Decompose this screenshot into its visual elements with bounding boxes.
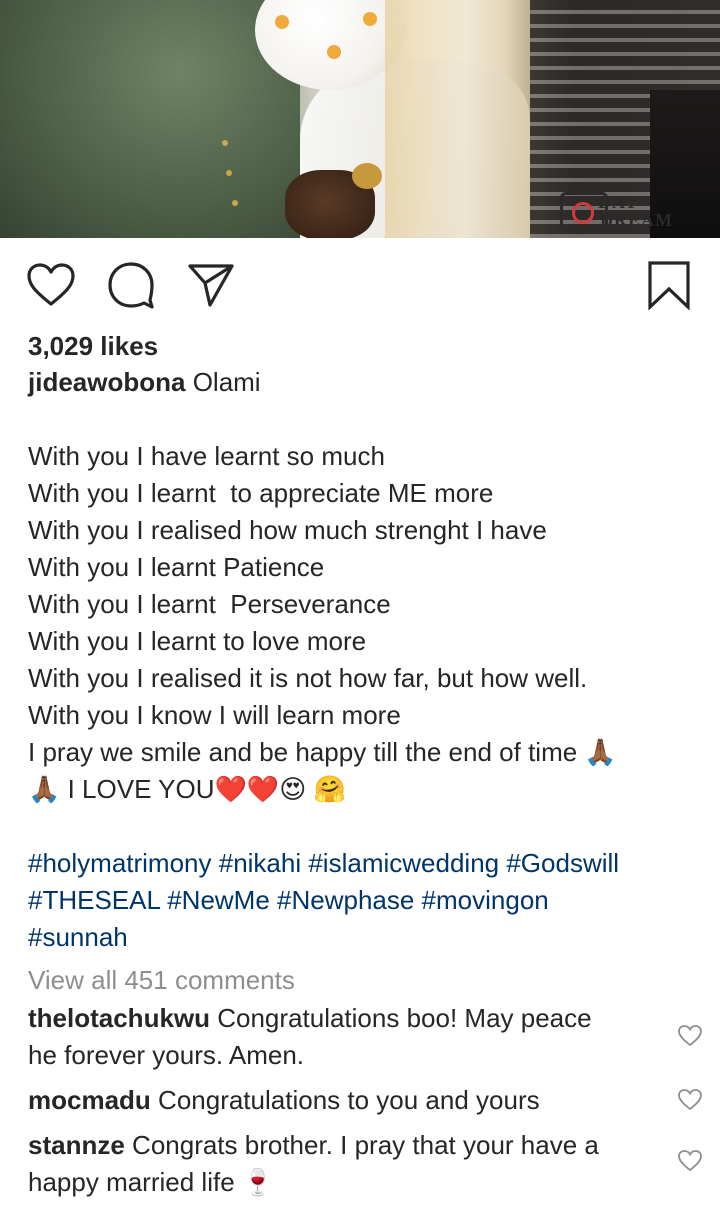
comment-button[interactable] [104,258,158,312]
paper-plane-icon [188,264,234,307]
small-heart-icon[interactable] [677,1024,703,1048]
photo-bangle [352,163,382,189]
comment-username[interactable]: stannze [28,1130,125,1160]
comment-text: Congratulations to you and yours [150,1085,540,1115]
comment-username[interactable]: mocmadu [28,1085,151,1115]
small-heart-icon[interactable] [677,1149,703,1173]
camera-lens-icon [572,202,594,224]
comment-bubble-icon [108,262,154,309]
comment-text: Congrats brother. I pray that your have … [124,1130,599,1160]
caption-line: I pray we smile and be happy till the en… [28,737,617,767]
caption-line: With you I realised it is not how far, b… [28,663,588,693]
comment-text-continued: happy married life 🍷 [28,1167,275,1197]
caption-line: 🙏🏾 I LOVE YOU❤️❤️😍 🤗 [28,774,346,804]
like-button[interactable] [24,258,78,312]
comment-item: mocmadu Congratulations to you and yours [28,1082,702,1119]
post-photo[interactable]: DAY DREAM [0,0,720,238]
comment-item: thelotachukwu Congratulations boo! May p… [28,1000,702,1074]
comment-text-continued: he forever yours. Amen. [28,1040,305,1070]
view-all-comments-link[interactable]: View all 451 comments [28,960,693,1000]
share-button[interactable] [184,258,238,312]
author-username[interactable]: jideawobona [28,367,185,397]
hashtag-line[interactable]: #holymatrimony #nikahi #islamicwedding #… [28,845,693,882]
photo-veil [385,0,545,238]
post-action-bar [0,250,720,320]
comment-item: stannze Congrats brother. I pray that yo… [28,1127,702,1201]
caption-line: With you I have learnt so much [28,441,385,471]
comment-text: Congratulations boo! May peace [210,1003,592,1033]
hashtag-line[interactable]: #THESEAL #NewMe #Newphase #movingon [28,882,693,919]
bookmark-icon [648,261,690,310]
caption-line: With you I learnt to appreciate ME more [28,478,494,508]
small-heart-icon[interactable] [677,1088,703,1112]
caption-line: With you I realised how much strenght I … [28,515,547,545]
heart-icon [27,263,75,306]
comment-username[interactable]: thelotachukwu [28,1003,210,1033]
watermark-text-2: DREAM [600,210,673,230]
hashtag-line[interactable]: #sunnah [28,919,693,956]
caption-line: With you I know I will learn more [28,700,401,730]
caption-header: jideawobona Olami [28,364,693,401]
caption-line: With you I learnt Patience [28,552,325,582]
post-details: 3,029 likes jideawobona Olami With you I… [28,328,702,1201]
caption-line: With you I learnt to love more [28,626,367,656]
save-button[interactable] [642,258,696,312]
photo-watermark-logo: DAY DREAM [560,188,680,236]
caption-line: With you I learnt Perseverance [28,589,391,619]
likes-count[interactable]: 3,029 likes [28,328,693,364]
caption-title: Olami [185,367,261,397]
